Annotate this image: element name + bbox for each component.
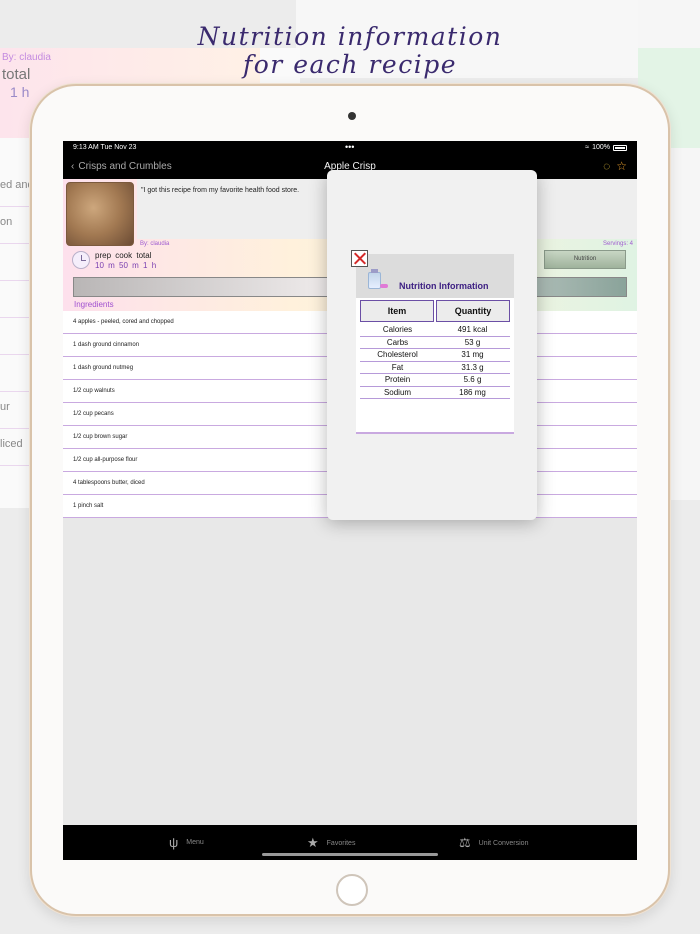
- nutrient-name: Calories: [382, 325, 413, 334]
- table-row: Protein 5.6 g: [360, 374, 510, 387]
- nutrition-header: Nutrition Information: [356, 254, 514, 298]
- favorite-star-icon[interactable]: ☆: [616, 159, 627, 173]
- back-label: Crisps and Crumbles: [78, 161, 172, 172]
- nutrient-quantity: 5.6 g: [463, 375, 482, 384]
- headline-line-2: for each recipe: [243, 50, 457, 79]
- tab-favorites[interactable]: ★ Favorites: [307, 835, 355, 851]
- ingredients-header: Ingredients: [74, 300, 114, 309]
- nutrient-quantity: 53 g: [464, 337, 481, 347]
- tab-label: Menu: [186, 839, 204, 846]
- time-values: 10 m 50 m 1 h: [95, 261, 157, 270]
- tab-label: Unit Conversion: [478, 839, 529, 847]
- vitamin-bottle-icon: [368, 269, 381, 289]
- battery-icon: [613, 144, 627, 151]
- multitask-dots-icon[interactable]: •••: [345, 142, 354, 152]
- nutrition-columns: Item Quantity: [356, 298, 514, 324]
- status-bar: 9:13 AM Tue Nov 23 ••• ≈ 100%: [63, 141, 637, 155]
- column-header-quantity: Quantity: [436, 300, 510, 322]
- close-button[interactable]: [351, 250, 368, 267]
- table-row: Cholesterol 31 mg: [360, 349, 510, 362]
- recipe-photo[interactable]: [66, 182, 134, 246]
- pill-icon: [380, 284, 388, 288]
- status-time: 9:13 AM Tue Nov 23: [73, 144, 137, 151]
- nutrition-popover: Nutrition Information Item Quantity Calo…: [327, 170, 537, 520]
- nav-actions: ◌ ☆: [603, 159, 627, 173]
- nutrient-name: Protein: [384, 375, 411, 384]
- column-header-item: Item: [360, 300, 434, 322]
- star-icon: ★: [307, 835, 319, 850]
- wifi-icon: ≈: [585, 144, 590, 151]
- nutrition-title: Nutrition Information: [399, 281, 489, 291]
- nutrient-quantity: 491 kcal: [457, 325, 488, 334]
- ring-icon[interactable]: ◌: [603, 159, 610, 173]
- tab-unit-conversion[interactable]: ⚖ Unit Conversion: [459, 835, 528, 851]
- nutrition-card: Nutrition Information Item Quantity Calo…: [356, 254, 514, 434]
- servings-label[interactable]: Servings: 4: [603, 241, 633, 247]
- table-row: Carbs 53 g: [360, 337, 510, 349]
- nutrient-name: Carbs: [386, 337, 409, 347]
- nutrient-quantity: 31.3 g: [461, 362, 484, 372]
- headline-line-1: Nutrition information: [197, 22, 503, 51]
- table-row: Sodium 186 mg: [360, 387, 510, 399]
- background-total-value: 1 h: [10, 84, 30, 100]
- table-row: Fat 31.3 g: [360, 362, 510, 374]
- tab-menu[interactable]: ψ Menu: [169, 835, 204, 850]
- back-button[interactable]: ‹ Crisps and Crumbles: [71, 161, 172, 172]
- nutrient-name: Fat: [391, 362, 404, 372]
- home-button[interactable]: [336, 874, 368, 906]
- home-indicator: [262, 853, 438, 856]
- battery-percent: 100%: [592, 144, 610, 151]
- tab-bar: ψ Menu ★ Favorites ⚖ Unit Conversion: [63, 825, 637, 860]
- scale-icon: ⚖: [459, 835, 471, 850]
- nutrient-quantity: 31 mg: [461, 350, 484, 359]
- clock-icon: [72, 251, 90, 269]
- battery-status: ≈ 100%: [585, 144, 627, 151]
- tab-label: Favorites: [326, 839, 356, 847]
- nutrition-button[interactable]: Nutrition: [544, 250, 626, 269]
- recipe-author: By: claudia: [140, 241, 170, 247]
- fork-icon: ψ: [169, 835, 179, 850]
- recipe-description: "I got this recipe from my favorite heal…: [141, 187, 300, 194]
- nutrient-quantity: 186 mg: [459, 387, 486, 397]
- table-row: Calories 491 kcal: [360, 324, 510, 337]
- nutrient-name: Cholesterol: [377, 350, 418, 359]
- chevron-left-icon: ‹: [71, 161, 75, 172]
- camera-icon: [348, 112, 356, 120]
- time-labels: prep cook total: [95, 251, 152, 260]
- nutrient-name: Sodium: [383, 387, 412, 397]
